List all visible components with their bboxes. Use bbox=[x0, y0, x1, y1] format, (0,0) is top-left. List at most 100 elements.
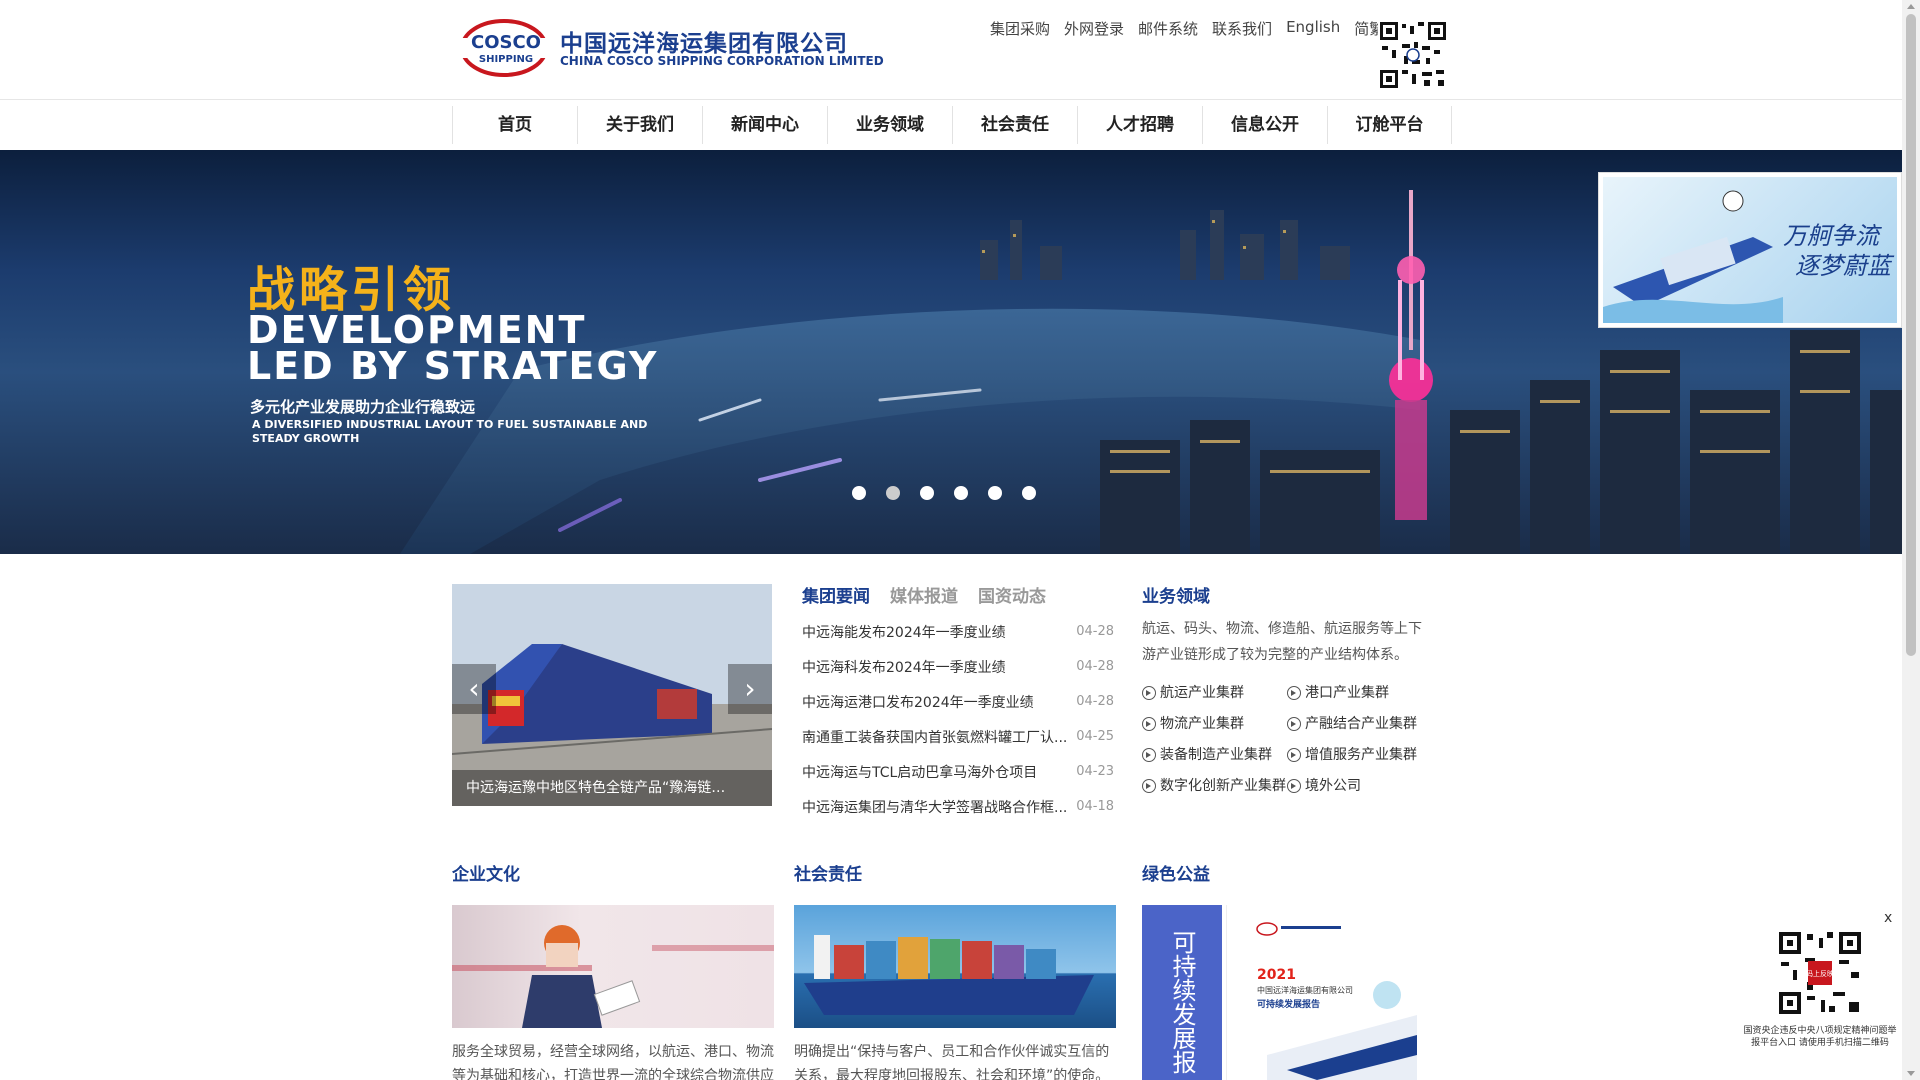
close-icon[interactable]: x bbox=[1884, 910, 1892, 926]
scrollbar-thumb[interactable] bbox=[1906, 14, 1916, 656]
page-scrollbar[interactable] bbox=[1902, 0, 1920, 1080]
banner-title-en-line2: LED BY STRATEGY bbox=[247, 344, 659, 388]
ad-slogan-line2: 逐梦蔚蓝 bbox=[1795, 252, 1891, 280]
logo-name-cn: 中国远洋海运集团有限公司 bbox=[560, 31, 848, 57]
nav-disclosure[interactable]: 信息公开 bbox=[1202, 106, 1327, 144]
green-section-title[interactable]: 绿色公益 bbox=[1142, 860, 1210, 885]
report-company: 中国远洋海运集团有限公司 bbox=[1257, 986, 1353, 995]
scroll-down-icon[interactable] bbox=[1907, 1071, 1915, 1076]
news-item[interactable]: 中远海科发布2024年一季度业绩 04-28 bbox=[802, 649, 1114, 684]
news-date: 04-28 bbox=[1076, 659, 1114, 674]
news-title: 中远海能发布2024年一季度业绩 bbox=[802, 624, 1006, 641]
photo-next-arrow[interactable]: › bbox=[728, 664, 772, 714]
news-title: 中远海运与TCL启动巴拿马海外仓项目 bbox=[802, 764, 1038, 781]
nav-social-responsibility[interactable]: 社会责任 bbox=[952, 106, 1077, 144]
container-ship-photo bbox=[804, 935, 1094, 1015]
business-link-label: 数字化创新产业集群 bbox=[1160, 778, 1286, 794]
floating-ad[interactable]: 万舸争流 逐梦蔚蓝 bbox=[1598, 172, 1902, 328]
business-section-title[interactable]: 业务领域 bbox=[1142, 582, 1210, 607]
business-link-label: 增值服务产业集群 bbox=[1305, 747, 1417, 763]
arrow-circle-icon bbox=[1142, 717, 1156, 731]
site-logo[interactable]: COSCO SHIPPING 中国远洋海运集团有限公司 CHINA COSCO … bbox=[460, 18, 884, 78]
ad-image: 万舸争流 逐梦蔚蓝 bbox=[1603, 177, 1897, 323]
business-link-label: 装备制造产业集群 bbox=[1160, 747, 1272, 763]
ad-slogan: 万舸争流 逐梦蔚蓝 bbox=[1783, 221, 1891, 281]
link-external-login[interactable]: 外网登录 bbox=[1064, 18, 1124, 39]
business-link-label: 港口产业集群 bbox=[1305, 685, 1389, 701]
qr-code-icon bbox=[1378, 20, 1448, 90]
culture-image[interactable] bbox=[452, 905, 774, 1028]
carousel-dot[interactable] bbox=[1022, 486, 1036, 500]
business-link-digital[interactable]: 数字化创新产业集群 bbox=[1142, 777, 1287, 796]
link-english[interactable]: English bbox=[1286, 18, 1340, 39]
news-title: 中远海运集团与清华大学签署战略合作框... bbox=[802, 799, 1068, 816]
news-date: 04-28 bbox=[1076, 694, 1114, 709]
tab-group-news[interactable]: 集团要闻 bbox=[802, 582, 870, 607]
nav-business[interactable]: 业务领域 bbox=[827, 106, 952, 144]
arrow-circle-icon bbox=[1287, 686, 1301, 700]
photo-prev-arrow[interactable]: ‹ bbox=[452, 664, 496, 714]
sustainability-report-cover[interactable]: 2021 中国远洋海运集团有限公司 可持续发展报告 bbox=[1226, 905, 1422, 1080]
culture-section-title[interactable]: 企业文化 bbox=[452, 860, 520, 885]
news-item[interactable]: 中远海运集团与清华大学签署战略合作框... 04-18 bbox=[802, 789, 1114, 824]
carousel-dot-active[interactable] bbox=[886, 486, 900, 500]
news-date: 04-23 bbox=[1076, 764, 1114, 779]
link-procurement[interactable]: 集团采购 bbox=[990, 18, 1050, 39]
business-description: 航运、码头、物流、修造船、航运服务等上下游产业链形成了较为完整的产业结构体系。 bbox=[1142, 621, 1422, 663]
worker-photo bbox=[452, 925, 774, 1028]
news-date: 04-28 bbox=[1076, 624, 1114, 639]
news-date: 04-18 bbox=[1076, 799, 1114, 814]
carousel-dot[interactable] bbox=[988, 486, 1002, 500]
svg-text:COSCO: COSCO bbox=[471, 32, 541, 53]
nav-booking-platform[interactable]: 订舱平台 bbox=[1327, 106, 1452, 144]
csr-image[interactable] bbox=[794, 905, 1116, 1028]
tab-media-reports[interactable]: 媒体报道 bbox=[890, 582, 958, 607]
arrow-circle-icon bbox=[1142, 748, 1156, 762]
culture-text: 服务全球贸易，经营全球网络，以航运、港口、物流等为基础和核心，打造世界一流的全球… bbox=[452, 1044, 774, 1080]
business-link-logistics[interactable]: 物流产业集群 bbox=[1142, 715, 1287, 734]
business-links: 航运产业集群 港口产业集群 物流产业集群 产融结合产业集群 装备制造产业集群 增… bbox=[1142, 684, 1432, 796]
qr-stamp: 码上反映 bbox=[1806, 969, 1834, 978]
business-link-label: 境外公司 bbox=[1305, 778, 1361, 794]
business-link-shipping[interactable]: 航运产业集群 bbox=[1142, 684, 1287, 703]
carousel-dot[interactable] bbox=[852, 486, 866, 500]
business-link-label: 物流产业集群 bbox=[1160, 716, 1244, 732]
csr-section-title[interactable]: 社会责任 bbox=[794, 860, 862, 885]
report-year: 2021 bbox=[1257, 967, 1296, 983]
news-list: 中远海能发布2024年一季度业绩 04-28 中远海科发布2024年一季度业绩 … bbox=[802, 614, 1114, 824]
tab-sasac-news[interactable]: 国资动态 bbox=[978, 582, 1046, 607]
green-report-tab[interactable]: 可持续发展报 bbox=[1142, 905, 1222, 1080]
floating-qr-widget: x 码上反映 国资央企违反中央八项规定精神问题举报平台入口 请使用手机扫描二维码 bbox=[1740, 910, 1900, 1070]
news-date: 04-25 bbox=[1076, 729, 1114, 744]
news-item[interactable]: 中远海运港口发布2024年一季度业绩 04-28 bbox=[802, 684, 1114, 719]
report-title: 可持续发展报告 bbox=[1257, 1000, 1321, 1010]
news-item[interactable]: 中远海能发布2024年一季度业绩 04-28 bbox=[802, 614, 1114, 649]
nav-news[interactable]: 新闻中心 bbox=[702, 106, 827, 144]
carousel-dot[interactable] bbox=[954, 486, 968, 500]
business-link-ports[interactable]: 港口产业集群 bbox=[1287, 684, 1432, 703]
csr-text: 明确提出“保持与客户、员工和合作伙伴诚实互信的关系，最大程度地回报股东、社会和环… bbox=[794, 1044, 1110, 1080]
nav-careers[interactable]: 人才招聘 bbox=[1077, 106, 1202, 144]
ad-slogan-line1: 万舸争流 bbox=[1783, 222, 1879, 250]
photo-news-slider[interactable]: ‹ › 中远海运豫中地区特色全链产品“豫海链… bbox=[452, 584, 772, 806]
business-link-overseas[interactable]: 境外公司 bbox=[1287, 777, 1432, 796]
svg-text:SHIPPING: SHIPPING bbox=[479, 54, 533, 65]
link-contact[interactable]: 联系我们 bbox=[1212, 18, 1272, 39]
news-item[interactable]: 南通重工装备获国内首张氨燃料罐工厂认... 04-25 bbox=[802, 719, 1114, 754]
arrow-circle-icon bbox=[1142, 686, 1156, 700]
nav-home[interactable]: 首页 bbox=[452, 106, 577, 144]
photo-caption[interactable]: 中远海运豫中地区特色全链产品“豫海链… bbox=[452, 770, 772, 806]
link-mail-system[interactable]: 邮件系统 bbox=[1138, 18, 1198, 39]
page: COSCO SHIPPING 中国远洋海运集团有限公司 CHINA COSCO … bbox=[0, 0, 1920, 1080]
business-link-equipment[interactable]: 装备制造产业集群 bbox=[1142, 746, 1287, 765]
green-report-tab-label: 可持续发展报 bbox=[1168, 930, 1196, 1074]
scroll-up-icon[interactable] bbox=[1907, 4, 1915, 9]
news-item[interactable]: 中远海运与TCL启动巴拿马海外仓项目 04-23 bbox=[802, 754, 1114, 789]
cosco-logo-icon: COSCO SHIPPING bbox=[460, 19, 552, 77]
news-title: 南通重工装备获国内首张氨燃料罐工厂认... bbox=[802, 729, 1068, 746]
business-link-finance[interactable]: 产融结合产业集群 bbox=[1287, 715, 1432, 734]
main-nav: 首页 关于我们 新闻中心 业务领域 社会责任 人才招聘 信息公开 订舱平台 bbox=[452, 106, 1452, 144]
business-link-value-added[interactable]: 增值服务产业集群 bbox=[1287, 746, 1432, 765]
carousel-dot[interactable] bbox=[920, 486, 934, 500]
nav-about[interactable]: 关于我们 bbox=[577, 106, 702, 144]
